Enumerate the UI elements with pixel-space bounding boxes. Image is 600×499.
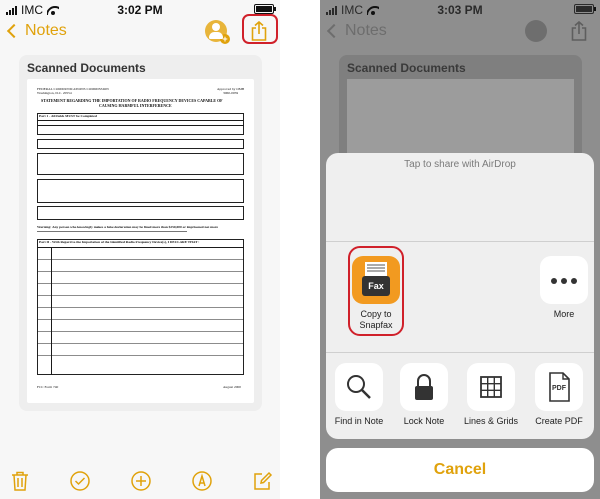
doc-warning: Warning: Any person who knowingly makes … [37,225,218,229]
doc-footer-left: FCC Form 740 [37,385,59,389]
pdf-label: PDF [552,385,566,392]
pdf-icon: PDF [535,363,583,411]
doc-rule [51,247,52,375]
checklist-icon[interactable] [69,470,90,492]
doc-title-line2: CAUSING HARMFUL INTERFERENCE [99,103,172,108]
create-pdf-button[interactable]: PDF Create PDF [528,363,590,426]
action-row: Find in Note Lock Note Lines & Grids PDF [326,353,594,439]
share-sheet: Tap to share with AirDrop Fax Copy to Sn… [326,153,594,439]
markup-icon[interactable] [191,470,212,492]
add-people-button[interactable]: + [205,20,230,44]
magnifier-icon [335,363,383,411]
battery-icon [254,4,276,14]
doc-part2-label: Part II - With Regard to the Importation… [39,240,200,244]
trash-icon[interactable] [10,470,30,492]
doc-model-box [37,139,244,149]
action-label: Lock Note [403,416,445,426]
find-in-note-button[interactable]: Find in Note [328,363,390,426]
doc-rule [37,271,244,272]
cancel-button[interactable]: Cancel [326,448,594,492]
doc-header-left2: Washington, D.C. 20554 [37,91,72,95]
share-icon-dimmed [571,20,587,46]
add-icon[interactable] [130,470,151,492]
back-button-dimmed: Notes [326,22,387,40]
more-icon [540,256,588,304]
share-button-highlight [242,14,278,44]
doc-part1-label: Part 1 - All fields MUST be Completed [39,114,97,118]
app-label: More [553,309,575,319]
doc-footer-right: August 2000 [223,385,241,389]
status-time: 3:03 PM [437,3,483,17]
doc-consignee-box [37,179,244,203]
bottom-toolbar [0,462,280,499]
back-label: Notes [25,22,67,39]
more-button[interactable]: More [534,256,594,319]
doc-rule [37,307,244,308]
battery-icon [574,4,596,14]
status-time: 3:02 PM [117,3,163,17]
action-label: Lines & Grids [463,416,519,426]
airdrop-hint: Tap to share with AirDrop [404,159,516,170]
chevron-left-icon [326,23,342,39]
doc-rule [37,331,244,332]
grid-icon [467,363,515,411]
doc-importer-box [37,153,244,175]
doc-rule [37,355,244,356]
app-row: Fax Copy to Snapfax More [326,242,594,352]
doc-rule [37,125,244,126]
add-people-icon-dimmed [525,20,547,42]
notes-screen: IMC 3:02 PM Notes + Scanned Documents FE… [0,0,280,499]
action-label: Create PDF [535,416,583,426]
nav-bar: Notes + [0,14,280,48]
doc-rule [37,120,244,121]
back-button[interactable]: Notes [6,22,67,40]
scanned-document-page[interactable]: FEDERAL COMMUNICATIONS COMMISSION Washin… [27,79,254,403]
doc-port-box [37,206,244,220]
lock-note-button[interactable]: Lock Note [393,363,455,426]
doc-rule [37,231,187,232]
back-label: Notes [345,22,387,39]
chevron-left-icon [6,23,22,39]
lock-icon [400,363,448,411]
status-bar: IMC 3:02 PM [0,0,280,20]
doc-rule [37,343,244,344]
doc-rule [37,283,244,284]
doc-rule [37,295,244,296]
share-sheet-screen: IMC 3:03 PM Notes Scanned Documents Tap … [320,0,600,499]
status-bar: IMC 3:03 PM [320,0,600,20]
scanned-documents-card[interactable]: Scanned Documents FEDERAL COMMUNICATIONS… [19,55,262,411]
doc-rule [37,247,244,248]
plus-icon: + [220,34,230,44]
compose-icon[interactable] [252,470,273,492]
doc-header-right2: 3060-0059 [223,91,239,95]
lines-and-grids-button[interactable]: Lines & Grids [458,363,524,426]
card-title: Scanned Documents [347,61,466,75]
doc-rule [37,259,244,260]
snapfax-highlight [348,246,404,336]
doc-rule [37,319,244,320]
action-label: Find in Note [334,416,384,426]
card-title: Scanned Documents [27,61,146,75]
